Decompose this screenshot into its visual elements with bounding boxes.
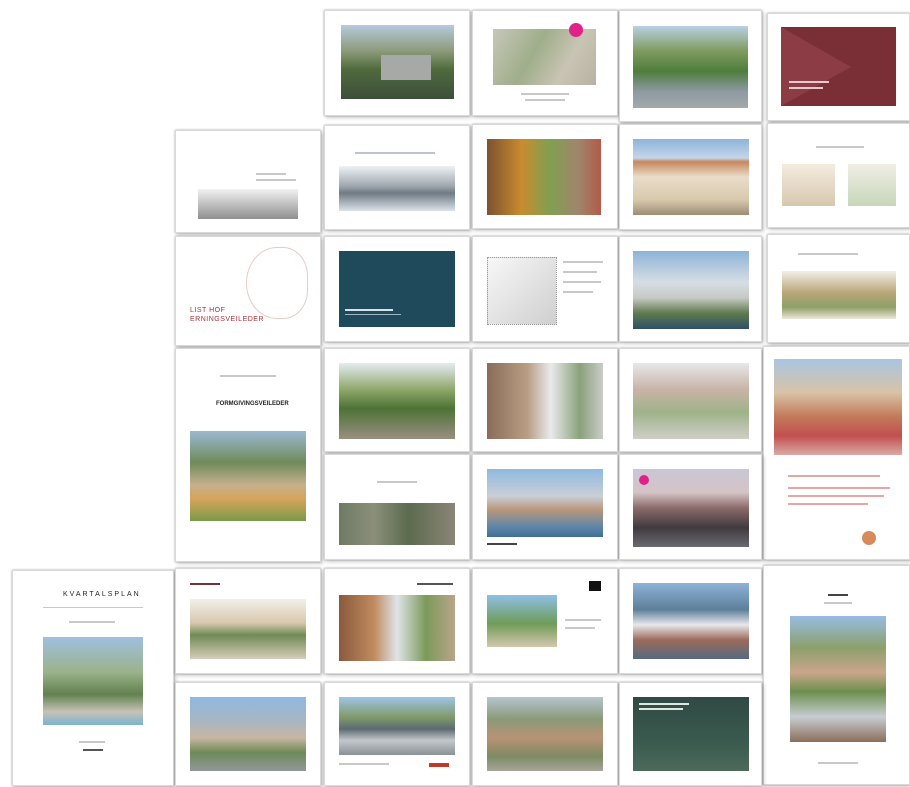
sheet-r1c2[interactable] bbox=[472, 10, 618, 116]
sheet-aerial-plan bbox=[493, 29, 596, 85]
sheet-r1c4[interactable] bbox=[767, 13, 910, 121]
sheet-photo bbox=[190, 697, 306, 771]
sheet-aerial bbox=[339, 503, 455, 545]
sheet-r6c3[interactable] bbox=[472, 682, 618, 786]
sheet-cover-teal bbox=[339, 251, 455, 327]
sheet-photo bbox=[487, 139, 601, 215]
sheet-photo bbox=[633, 251, 749, 329]
sheet-heading: FORMGIVINGSVEILEDER bbox=[216, 401, 289, 407]
line-drawing bbox=[246, 247, 308, 319]
sheet-photo bbox=[790, 616, 886, 742]
sheet-photo bbox=[633, 363, 749, 439]
sheet-r4c2[interactable] bbox=[324, 348, 470, 452]
sheet-r5c1[interactable] bbox=[175, 568, 321, 674]
sheet-photo bbox=[633, 469, 749, 547]
sheet-r6c2[interactable] bbox=[324, 682, 470, 786]
sheet-heading: KVARTALSPLAN bbox=[63, 591, 141, 598]
sheet-photo bbox=[339, 166, 455, 211]
sheet-r2c5[interactable] bbox=[767, 123, 910, 228]
sheet-sketch-map bbox=[487, 257, 557, 325]
sheet-skyline bbox=[198, 189, 298, 219]
sheet-r5c5[interactable] bbox=[763, 565, 910, 785]
logo-block bbox=[589, 581, 601, 591]
sheet-cover-green bbox=[633, 697, 749, 771]
sheet-r4c1[interactable]: FORMGIVINGSVEILEDER bbox=[175, 348, 321, 562]
sheet-r4c3b[interactable] bbox=[472, 454, 618, 560]
sheet-r4c4[interactable] bbox=[619, 348, 762, 452]
sheet-sketch bbox=[782, 164, 835, 206]
sheet-photo bbox=[43, 637, 143, 725]
sheet-r2c1[interactable] bbox=[175, 130, 321, 233]
sheet-r4c5[interactable] bbox=[763, 346, 910, 560]
sheet-r4c2b[interactable] bbox=[324, 454, 470, 560]
sheet-r1c1[interactable] bbox=[324, 10, 470, 116]
red-mark bbox=[429, 763, 449, 767]
sheet-r3c4[interactable] bbox=[619, 236, 762, 342]
sheet-r6c4[interactable] bbox=[619, 682, 762, 786]
sheet-r3c3[interactable] bbox=[472, 236, 618, 342]
sheet-photo bbox=[339, 595, 455, 661]
logo-dot bbox=[862, 531, 876, 545]
sheet-photo bbox=[190, 599, 306, 659]
sheet-r2c2[interactable] bbox=[324, 125, 470, 230]
sheet-r3c5[interactable] bbox=[767, 234, 910, 343]
sheet-photo bbox=[487, 363, 603, 439]
sheet-r5c2[interactable] bbox=[324, 568, 470, 674]
sheet-r5c3[interactable] bbox=[472, 568, 618, 674]
sheet-r4c3[interactable] bbox=[472, 348, 618, 452]
sheet-photo bbox=[633, 26, 748, 108]
sheet-r2c4[interactable] bbox=[619, 124, 762, 230]
magenta-dot bbox=[569, 23, 583, 37]
sheet-photo bbox=[633, 583, 749, 659]
sheet-sketch bbox=[782, 271, 896, 319]
sheet-cover-burgundy bbox=[781, 27, 896, 106]
sheet-photo bbox=[774, 359, 902, 455]
sheet-r3c1[interactable]: LIST HOF ERNINGSVEILEDER bbox=[175, 236, 321, 346]
sheet-photo bbox=[487, 697, 603, 771]
sheet-r3c2[interactable] bbox=[324, 236, 470, 342]
sheet-sketch bbox=[848, 164, 896, 206]
sheet-photo bbox=[633, 139, 749, 215]
sheet-r1c3[interactable] bbox=[619, 10, 762, 122]
sheet-photo bbox=[341, 25, 454, 99]
sheet-photo bbox=[339, 363, 455, 439]
sheet-title-line1: LIST HOF bbox=[190, 307, 226, 314]
sheet-r2c3[interactable] bbox=[472, 124, 618, 229]
sheet-photo bbox=[487, 469, 603, 537]
sheet-title-line2: ERNINGSVEILEDER bbox=[190, 316, 265, 323]
sheet-r5c0[interactable]: KVARTALSPLAN bbox=[12, 570, 174, 786]
sheet-r5c4[interactable] bbox=[619, 568, 762, 674]
sheet-r4c4b[interactable] bbox=[619, 454, 762, 560]
sheet-photo bbox=[190, 431, 306, 521]
sheet-photo bbox=[339, 697, 455, 755]
sheet-r6c1[interactable] bbox=[175, 682, 321, 786]
sheet-photo bbox=[487, 595, 557, 647]
